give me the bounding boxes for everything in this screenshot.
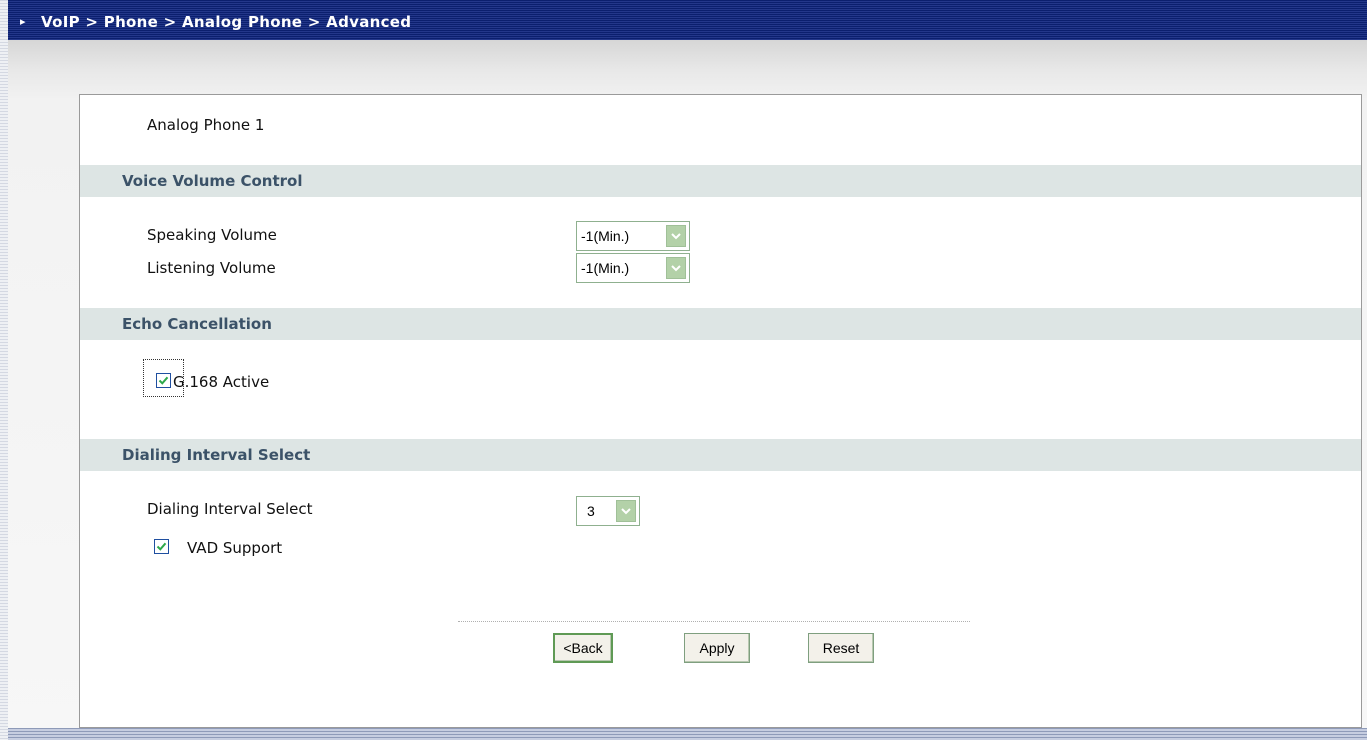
dialing-interval-select[interactable]: 3: [576, 496, 640, 526]
reset-button[interactable]: Reset: [808, 633, 874, 663]
check-icon: [156, 542, 167, 551]
section-title-dialing: Dialing Interval Select: [122, 446, 311, 464]
left-edge-strip: [0, 0, 8, 740]
divider: [458, 621, 970, 622]
listening-volume-select[interactable]: -1(Min.): [576, 253, 690, 283]
settings-panel: Analog Phone 1 Voice Volume Control Spea…: [79, 94, 1362, 728]
vad-checkbox[interactable]: [154, 539, 169, 554]
chevron-down-icon[interactable]: [666, 257, 686, 279]
section-title-echo: Echo Cancellation: [122, 315, 272, 333]
back-button[interactable]: <Back: [553, 633, 613, 663]
chevron-down-icon[interactable]: [616, 500, 636, 522]
dialing-interval-value: 3: [587, 503, 595, 519]
listening-volume-value: -1(Min.): [581, 260, 630, 276]
speaking-volume-label: Speaking Volume: [147, 226, 277, 244]
bottom-stripe: [8, 728, 1367, 740]
breadcrumb: VoIP > Phone > Analog Phone > Advanced: [41, 13, 412, 31]
g168-label: G.168 Active: [173, 373, 270, 391]
section-voice-volume: Voice Volume Control: [80, 165, 1361, 197]
check-icon: [158, 376, 169, 385]
vad-label: VAD Support: [187, 539, 283, 557]
section-title-voice-volume: Voice Volume Control: [122, 172, 303, 190]
listening-volume-label: Listening Volume: [147, 259, 276, 277]
speaking-volume-value: -1(Min.): [581, 228, 630, 244]
chevron-down-icon[interactable]: [666, 225, 686, 247]
apply-button[interactable]: Apply: [684, 633, 750, 663]
section-echo-cancellation: Echo Cancellation: [80, 308, 1361, 340]
title-bar: ▸ VoIP > Phone > Analog Phone > Advanced: [8, 0, 1367, 40]
g168-checkbox[interactable]: [156, 373, 171, 388]
dialing-interval-label: Dialing Interval Select: [147, 500, 313, 518]
section-dialing-interval: Dialing Interval Select: [80, 439, 1361, 471]
speaking-volume-select[interactable]: -1(Min.): [576, 221, 690, 251]
breadcrumb-arrow-icon: ▸: [20, 15, 26, 28]
phone-label: Analog Phone 1: [147, 116, 265, 134]
